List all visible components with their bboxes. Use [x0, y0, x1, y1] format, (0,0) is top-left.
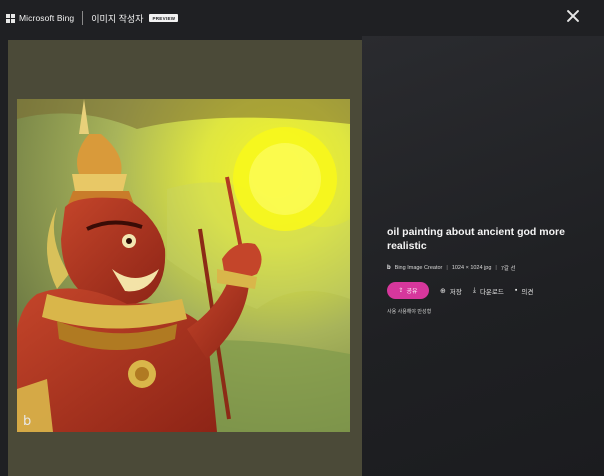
generated-image[interactable]: b	[17, 99, 350, 432]
painting-illustration: b	[17, 99, 350, 432]
image-meta: b Bing Image Creator | 1024 × 1024 jpg |…	[387, 264, 587, 272]
owner-text: 사용 사용해야 만성형	[387, 309, 432, 315]
feedback-label: 의견	[521, 288, 534, 296]
image-dimensions: 1024 × 1024 jpg	[451, 265, 492, 271]
save-label: 저장	[449, 288, 462, 296]
image-actions: ⇪ 공유 ⊕ 저장 ⤓ 다운로드 ▪ 의견	[387, 282, 587, 299]
bing-brand[interactable]: Microsoft Bing	[6, 8, 74, 28]
feedback-button[interactable]: ▪ 의견	[515, 286, 533, 296]
feedback-icon: ▪	[514, 287, 518, 294]
image-title: oil painting about ancient god more real…	[387, 226, 565, 252]
download-label: 다운로드	[479, 288, 504, 296]
download-icon: ⤓	[472, 286, 476, 294]
image-source[interactable]: Bing Image Creator	[395, 265, 443, 271]
share-label: 공유	[406, 289, 418, 295]
bing-b-icon: b	[387, 265, 391, 271]
save-icon: ⊕	[440, 287, 446, 295]
image-age: 7갈 선	[500, 266, 516, 272]
app-title: 이미지 작성자	[91, 13, 144, 24]
save-button[interactable]: ⊕ 저장	[440, 286, 462, 296]
meta-separator: |	[495, 265, 497, 271]
top-bar: Microsoft Bing 이미지 작성자 PREVIEW	[0, 0, 604, 36]
brand-name: Microsoft Bing	[19, 13, 75, 23]
image-info: oil painting about ancient god more real…	[387, 225, 587, 315]
header-divider	[82, 11, 84, 25]
preview-badge: PREVIEW	[149, 14, 179, 22]
meta-separator: |	[446, 265, 448, 271]
close-icon[interactable]	[566, 9, 580, 23]
bing-watermark-icon: b	[23, 414, 31, 429]
share-icon: ⇪	[398, 288, 404, 294]
share-button[interactable]: ⇪ 공유	[387, 282, 429, 299]
download-button[interactable]: ⤓ 다운로드	[473, 286, 504, 296]
microsoft-logo-icon	[6, 13, 15, 23]
